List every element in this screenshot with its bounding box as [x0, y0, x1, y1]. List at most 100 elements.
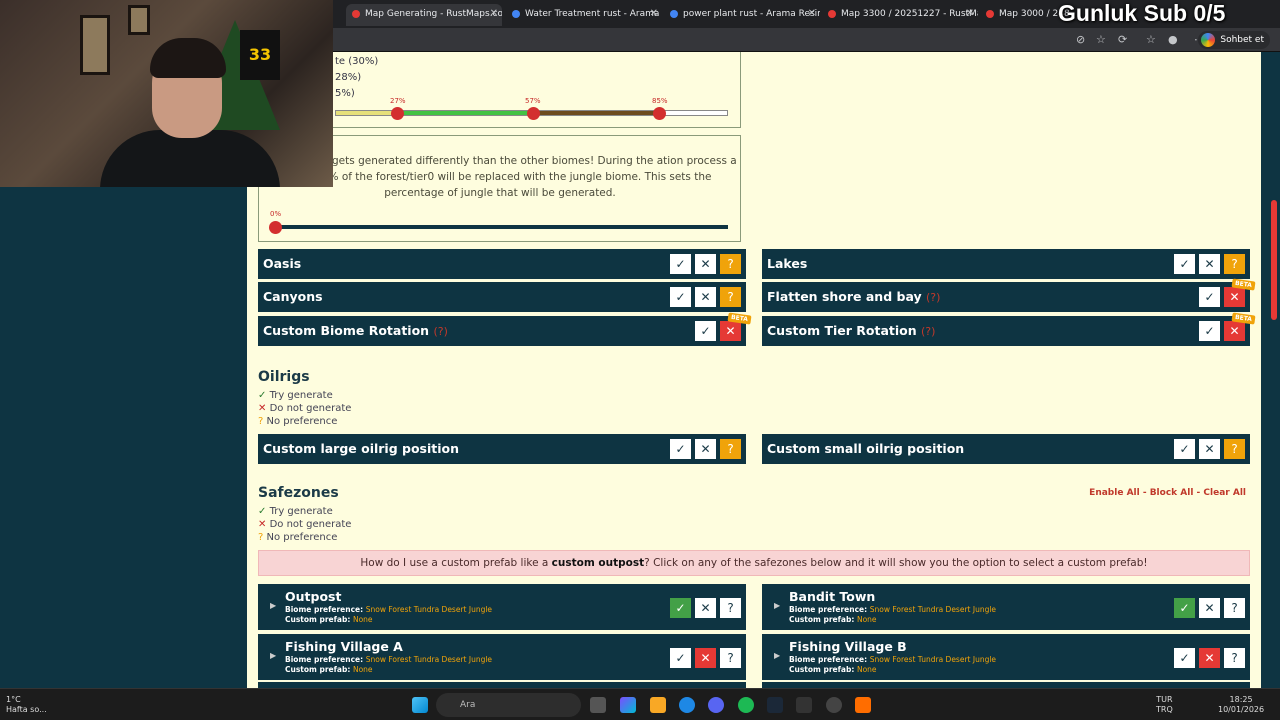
tab-map-3300[interactable]: Map 3300 / 20251227 - RustMaps ✕ — [822, 4, 978, 26]
safezone-card-bandit-town[interactable]: ▶ Bandit Town Biome preference: Snow For… — [762, 584, 1250, 630]
tab-rustmaps[interactable]: Map Generating - RustMaps.com ✕ — [346, 4, 502, 26]
slider-percent-3: 85% — [652, 97, 668, 105]
tab-map-3000[interactable]: Map 3000 / 2480 — [980, 4, 1070, 26]
epic-games-icon[interactable] — [796, 697, 812, 713]
no-button[interactable]: ✕ — [720, 321, 741, 341]
no-button[interactable]: ✕ — [695, 439, 716, 459]
no-button[interactable]: ✕ — [1224, 321, 1245, 341]
yes-button[interactable]: ✓ — [670, 439, 691, 459]
rustmaps-favicon-icon — [828, 9, 836, 18]
help-link[interactable]: (?) — [921, 325, 935, 338]
help-link[interactable]: (?) — [433, 325, 447, 338]
yes-button[interactable]: ✓ — [1174, 254, 1195, 274]
obs-icon[interactable] — [826, 697, 842, 713]
no-preference-button[interactable]: ? — [720, 287, 741, 307]
tab-water-treatment[interactable]: Water Treatment rust - Arama ✕ — [506, 4, 662, 26]
tab-title: Map Generating - RustMaps.com — [365, 9, 502, 19]
no-button[interactable]: ✕ — [1224, 287, 1245, 307]
option-label: Custom Tier Rotation (?) — [767, 323, 936, 338]
page-right-margin — [1261, 52, 1280, 688]
search-favicon-icon — [670, 9, 678, 18]
slider-handle-1[interactable] — [391, 107, 404, 120]
tab-power-plant[interactable]: power plant rust - Arama Resimler✕ — [664, 4, 820, 26]
no-button[interactable]: ✕ — [1199, 439, 1220, 459]
favorites-icon[interactable]: ☆ — [1146, 33, 1156, 46]
jungle-slider-handle[interactable] — [269, 221, 282, 234]
close-tab-icon[interactable]: ✕ — [650, 4, 658, 24]
yes-button[interactable]: ✓ — [670, 598, 691, 618]
yes-button[interactable]: ✓ — [670, 648, 691, 668]
translate-icon[interactable]: ⊘ — [1076, 33, 1085, 46]
steam-icon[interactable] — [767, 697, 783, 713]
legend-pref: ? No preference — [258, 416, 338, 427]
no-button[interactable]: ✕ — [695, 598, 716, 618]
yes-button[interactable]: ✓ — [1174, 598, 1195, 618]
taskbar-search[interactable]: Ara — [436, 693, 581, 717]
option-custom-tier-rotation: Custom Tier Rotation (?) ✓ ✕ BETA — [762, 312, 1256, 346]
biome-label-2: 28%) — [335, 72, 362, 83]
discord-icon[interactable] — [708, 697, 724, 713]
spotify-icon[interactable] — [738, 697, 754, 713]
no-button[interactable]: ✕ — [1199, 598, 1220, 618]
yes-button[interactable]: ✓ — [1174, 439, 1195, 459]
close-tab-icon[interactable]: ✕ — [966, 4, 974, 24]
help-link[interactable]: (?) — [926, 291, 940, 304]
no-preference-button[interactable]: ? — [1224, 439, 1245, 459]
language-indicator[interactable]: TUR TRQ — [1156, 695, 1173, 715]
option-oasis: Oasis ✓ ✕ ? — [258, 249, 746, 279]
slider-handle-3[interactable] — [653, 107, 666, 120]
no-button[interactable]: ✕ — [695, 254, 716, 274]
yes-button[interactable]: ✓ — [1199, 321, 1220, 341]
no-button[interactable]: ✕ — [1199, 648, 1220, 668]
yes-button[interactable]: ✓ — [1199, 287, 1220, 307]
scrollbar-thumb[interactable] — [1271, 200, 1277, 320]
yes-button[interactable]: ✓ — [670, 254, 691, 274]
no-preference-button[interactable]: ? — [720, 439, 741, 459]
expand-arrow-icon[interactable]: ▶ — [270, 601, 276, 610]
no-preference-button[interactable]: ? — [1224, 648, 1245, 668]
no-preference-button[interactable]: ? — [1224, 598, 1245, 618]
windows-taskbar: 1°C Hafta so... Ara TUR TRQ 18:25 10/01/202… — [0, 688, 1280, 720]
close-tab-icon[interactable]: ✕ — [808, 4, 816, 24]
no-button[interactable]: ✕ — [1199, 254, 1220, 274]
yes-button[interactable]: ✓ — [1174, 648, 1195, 668]
slider-handle-2[interactable] — [527, 107, 540, 120]
task-view-icon[interactable] — [590, 697, 606, 713]
weather-widget[interactable]: 1°C Hafta so... — [6, 695, 47, 715]
safezone-card-fishing-village-a[interactable]: ▶ Fishing Village A Biome preference: Sn… — [258, 634, 746, 680]
start-icon[interactable] — [412, 697, 428, 713]
profile-avatar-icon[interactable]: ● — [1168, 33, 1178, 46]
app-icon[interactable] — [855, 697, 871, 713]
close-tab-icon[interactable]: ✕ — [490, 4, 498, 24]
clock[interactable]: 18:25 10/01/2026 — [1218, 695, 1264, 715]
option-canyons: Canyons ✓ ✕ ? — [258, 282, 746, 312]
safezone-name: Fishing Village B — [789, 639, 907, 654]
bookmark-star-icon[interactable]: ☆ — [1096, 33, 1106, 46]
chat-button[interactable]: Sohbet et — [1198, 31, 1270, 49]
jungle-slider-track — [272, 225, 728, 229]
file-explorer-icon[interactable] — [650, 697, 666, 713]
jungle-description: ungle biome gets generated differently t… — [263, 155, 737, 199]
no-button[interactable]: ✕ — [695, 287, 716, 307]
no-preference-button[interactable]: ? — [720, 648, 741, 668]
expand-arrow-icon[interactable]: ▶ — [774, 601, 780, 610]
no-preference-button[interactable]: ? — [720, 598, 741, 618]
no-button[interactable]: ✕ — [695, 648, 716, 668]
expand-arrow-icon[interactable]: ▶ — [774, 651, 780, 660]
search-favicon-icon — [512, 9, 520, 18]
expand-arrow-icon[interactable]: ▶ — [270, 651, 276, 660]
yes-button[interactable]: ✓ — [670, 287, 691, 307]
extensions-icon[interactable]: ⟳ — [1118, 33, 1127, 46]
safezone-card-fishing-village-b[interactable]: ▶ Fishing Village B Biome preference: Sn… — [762, 634, 1250, 680]
no-preference-button[interactable]: ? — [720, 254, 741, 274]
copilot-app-icon[interactable] — [620, 697, 636, 713]
option-large-oilrig: Custom large oilrig position ✓ ✕ ? — [258, 434, 746, 464]
bulk-action-links[interactable]: Enable All - Block All - Clear All — [1089, 488, 1246, 498]
option-label: Oasis — [263, 256, 302, 271]
no-preference-button[interactable]: ? — [1224, 254, 1245, 274]
yes-button[interactable]: ✓ — [695, 321, 716, 341]
edge-icon[interactable] — [679, 697, 695, 713]
safezones-heading: Safezones — [258, 485, 339, 501]
safezone-card-outpost[interactable]: ▶ Outpost Biome preference: Snow Forest … — [258, 584, 746, 630]
wall-frame — [128, 5, 150, 35]
